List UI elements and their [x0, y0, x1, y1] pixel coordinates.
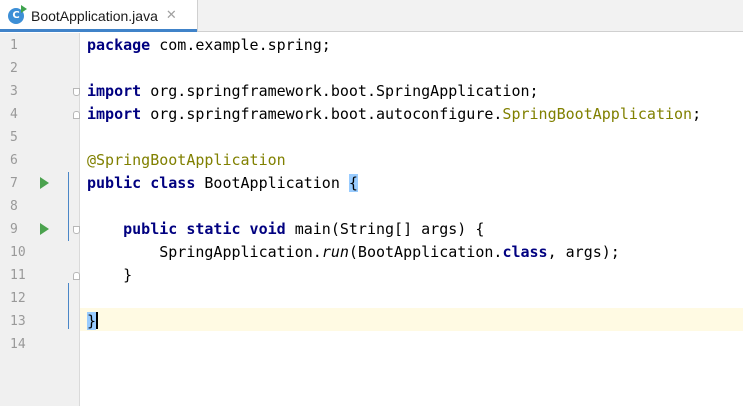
- line-number: 11: [10, 268, 26, 283]
- import-path: org.springframework.boot.SpringApplicati…: [141, 82, 539, 100]
- class-name: BootApplication: [195, 174, 349, 192]
- code-line-3: import org.springframework.boot.SpringAp…: [87, 80, 539, 103]
- text-caret: [96, 312, 99, 329]
- import-path: org.springframework.boot.autoconfigure.: [141, 105, 503, 123]
- tab-label: BootApplication.java: [31, 7, 158, 24]
- code-line-10: SpringApplication.run(BootApplication.cl…: [87, 241, 620, 264]
- keyword-public-static-void: public static void: [123, 220, 286, 238]
- line-number: 2: [10, 61, 18, 76]
- line-number: 6: [10, 153, 18, 168]
- class-scope-indicator: [68, 283, 69, 329]
- run-class-icon[interactable]: [40, 177, 49, 189]
- annotation-type-name: SpringBootApplication: [502, 105, 693, 123]
- line-number: 5: [10, 130, 18, 145]
- annotation: @SpringBootApplication: [87, 151, 286, 169]
- line-number: 4: [10, 107, 18, 122]
- call-arguments-end: , args);: [547, 243, 620, 261]
- editor-tab-bar: C BootApplication.java ✕: [0, 0, 743, 32]
- java-class-icon: C: [8, 4, 27, 24]
- unfold-method-icon[interactable]: [73, 272, 80, 280]
- code-line-4: import org.springframework.boot.autoconf…: [87, 103, 701, 126]
- keyword-public-class: public class: [87, 174, 196, 192]
- code-line-7: public class BootApplication {: [87, 172, 358, 195]
- close-icon[interactable]: ✕: [166, 8, 177, 23]
- java-class-icon-letter: C: [12, 10, 20, 21]
- matched-open-brace: {: [348, 174, 358, 192]
- runnable-badge-icon: [21, 4, 27, 13]
- line-number: 13: [10, 314, 26, 329]
- method-signature: main(String[] args) {: [285, 220, 485, 238]
- line-number: 14: [10, 337, 26, 352]
- tab-bootapplication[interactable]: C BootApplication.java ✕: [0, 0, 198, 32]
- keyword-import: import: [87, 105, 142, 123]
- fold-method-icon[interactable]: [73, 226, 80, 234]
- keyword-package: package: [87, 36, 151, 54]
- keyword-import: import: [87, 82, 142, 100]
- run-main-icon[interactable]: [40, 223, 49, 235]
- class-scope-indicator: [68, 172, 69, 241]
- matched-close-brace: }: [87, 312, 97, 330]
- code-editor[interactable]: 1 2 3 4 5 6 7 8 9 10 11 12 13 14 package…: [0, 33, 743, 406]
- call-receiver: SpringApplication.: [87, 243, 322, 261]
- call-arguments: (BootApplication.: [348, 243, 503, 261]
- static-method-call: run: [321, 243, 349, 261]
- editor-gutter: 1 2 3 4 5 6 7 8 9 10 11 12 13 14: [0, 33, 80, 406]
- line-number: 1: [10, 38, 18, 53]
- code-line-11: }: [87, 264, 132, 287]
- statement-end: ;: [692, 105, 702, 123]
- code-line-13: }: [87, 310, 99, 333]
- code-line-1: package com.example.spring;: [87, 34, 331, 57]
- fold-imports-icon[interactable]: [73, 88, 80, 96]
- line-number: 8: [10, 199, 18, 214]
- line-number: 7: [10, 176, 18, 191]
- unfold-imports-icon[interactable]: [73, 111, 80, 119]
- code-line-9: public static void main(String[] args) {: [87, 218, 484, 241]
- package-name: com.example.spring;: [150, 36, 331, 54]
- line-number: 10: [10, 245, 26, 260]
- code-line-6: @SpringBootApplication: [87, 149, 286, 172]
- line-number: 3: [10, 84, 18, 99]
- line-number: 12: [10, 291, 26, 306]
- current-line-highlight: [80, 308, 743, 331]
- method-close-brace: }: [87, 266, 133, 284]
- keyword-class: class: [502, 243, 548, 261]
- line-number: 9: [10, 222, 18, 237]
